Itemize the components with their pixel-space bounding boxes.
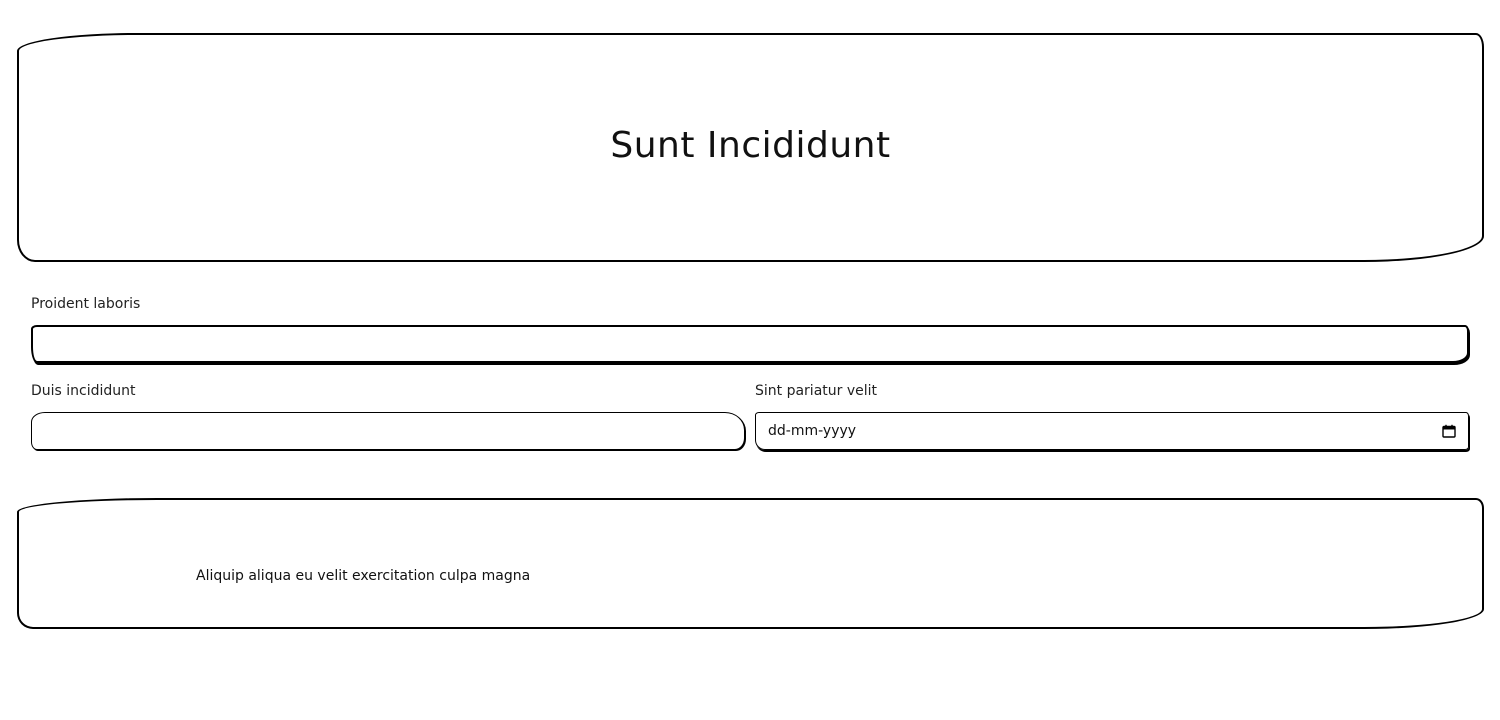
field-label-duis: Duis incididunt xyxy=(31,383,136,399)
page: Sunt Incididunt Proident laboris Duis in… xyxy=(0,0,1500,720)
page-title: Sunt Incididunt xyxy=(610,125,891,166)
date-placeholder: dd-mm-yyyy xyxy=(768,423,857,439)
field-label-sint: Sint pariatur velit xyxy=(755,383,878,399)
sint-pariatur-date-input[interactable]: dd-mm-yyyy xyxy=(755,412,1469,450)
footer-box: Aliquip aliqua eu velit exercitation cul… xyxy=(17,498,1484,629)
header-box: Sunt Incididunt xyxy=(17,33,1484,262)
proident-laboris-input[interactable] xyxy=(31,325,1469,363)
footer-text: Aliquip aliqua eu velit exercitation cul… xyxy=(196,568,531,584)
field-label-proident: Proident laboris xyxy=(31,296,141,312)
calendar-icon[interactable] xyxy=(1442,424,1456,438)
duis-incididunt-input[interactable] xyxy=(31,412,745,450)
